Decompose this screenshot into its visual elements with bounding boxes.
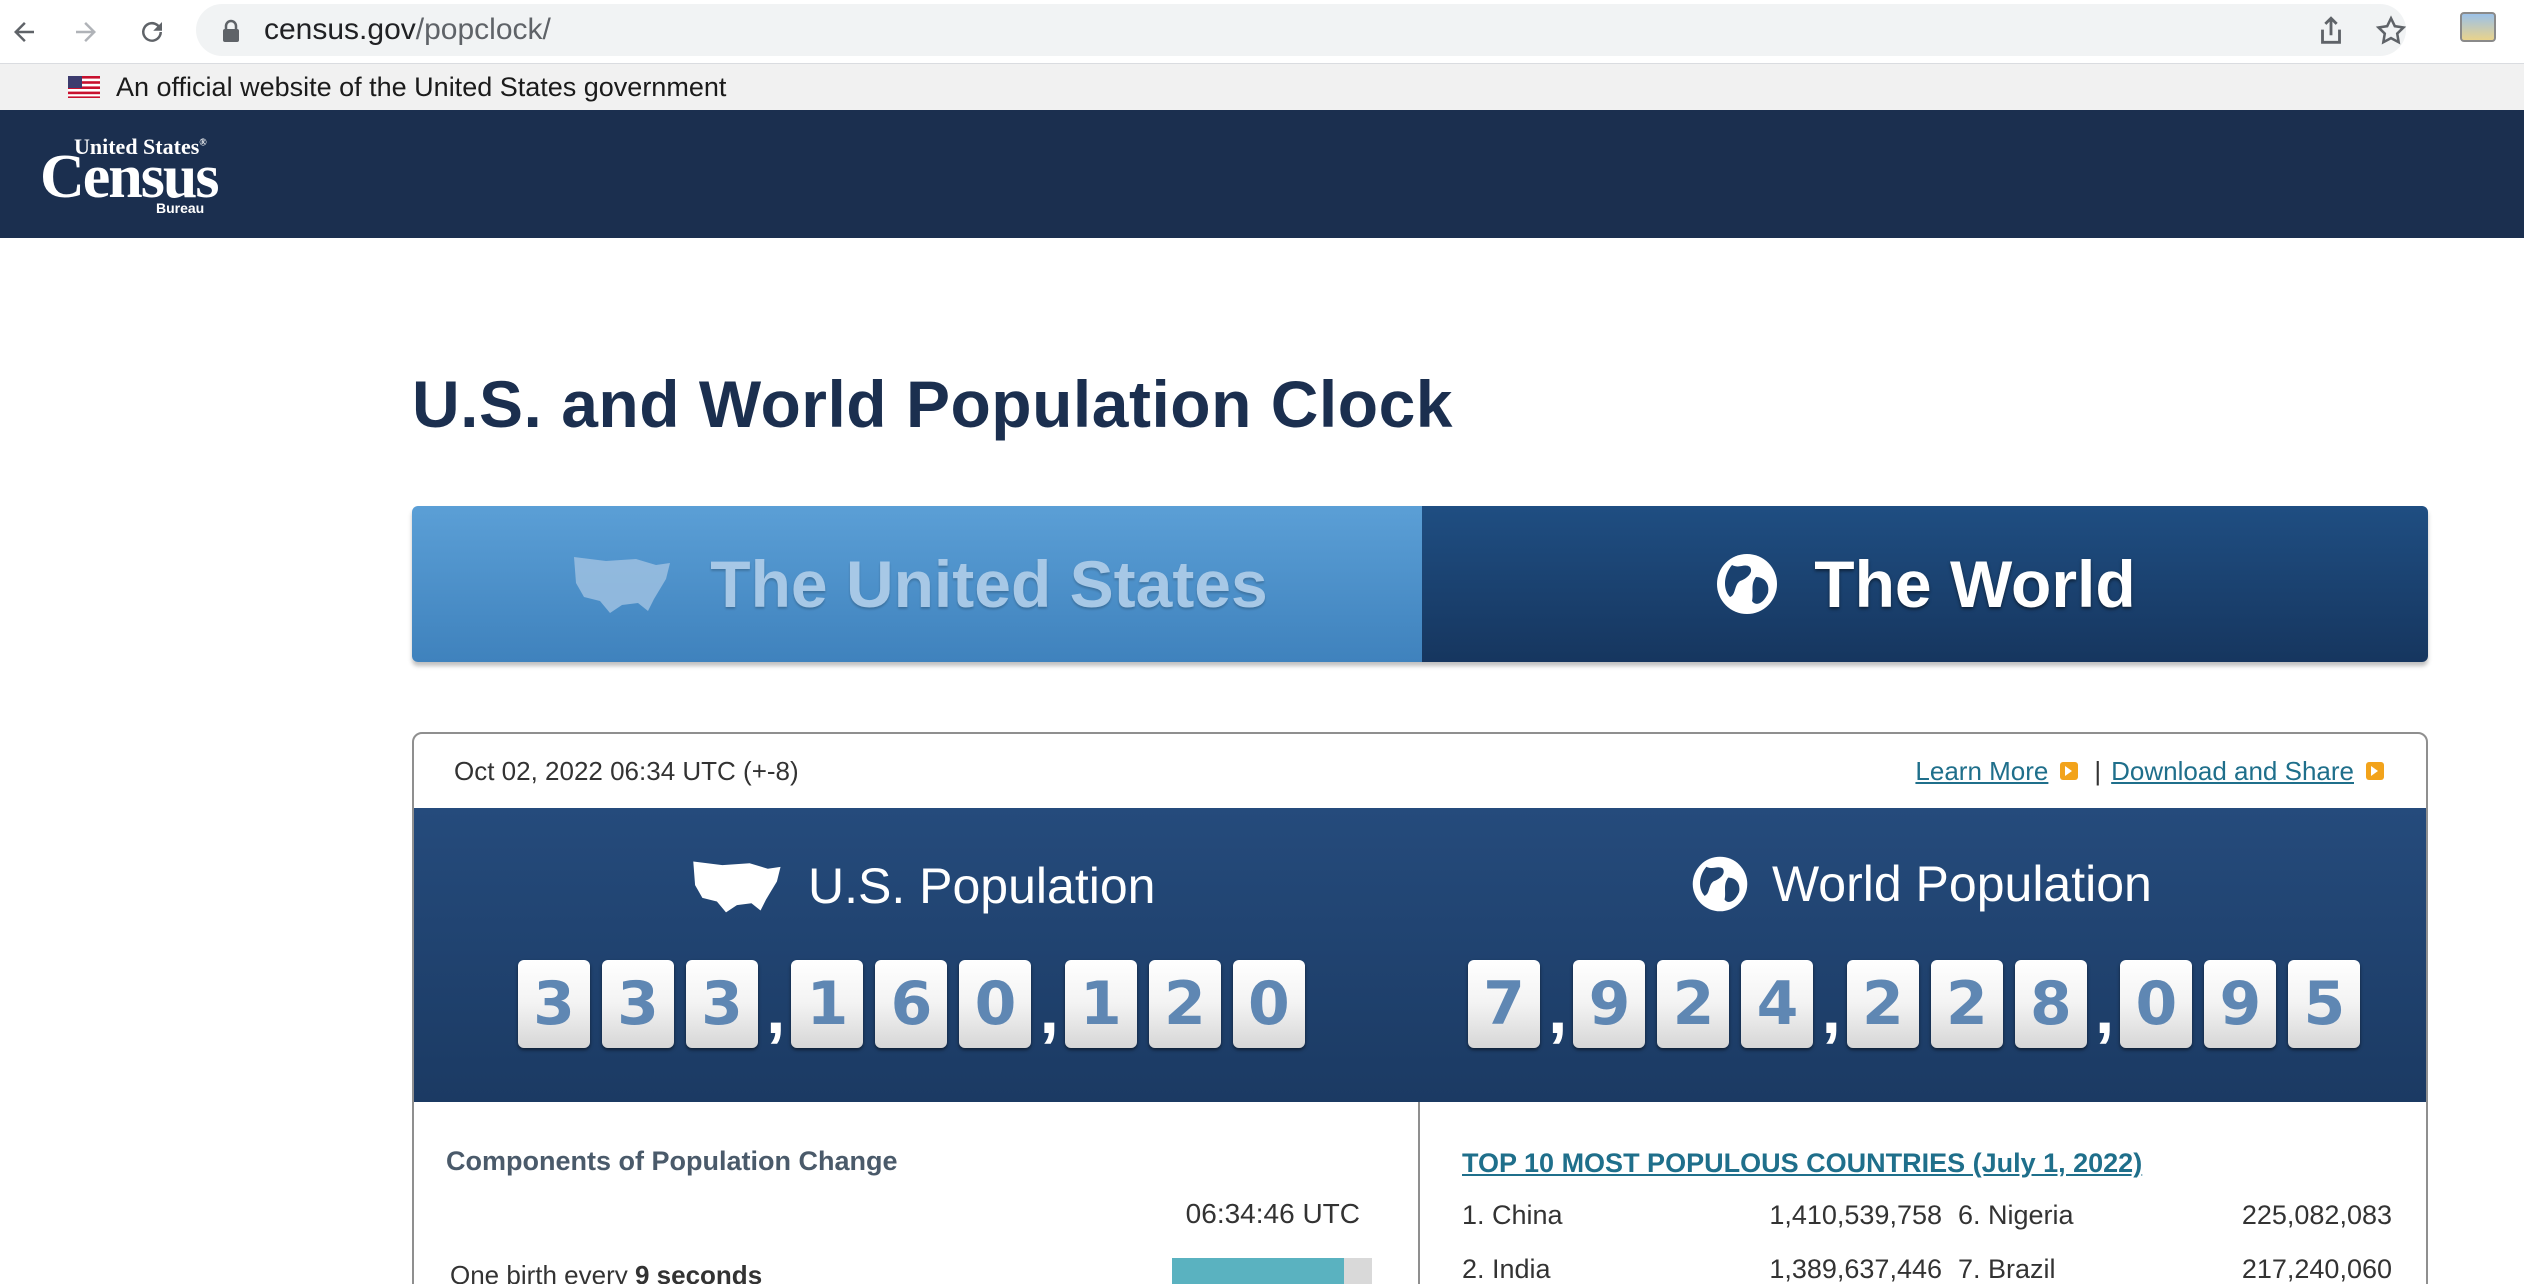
counter-digit: 7 xyxy=(1468,960,1540,1048)
counter-digit: 8 xyxy=(2014,960,2087,1048)
counter-digit: 1 xyxy=(1064,960,1137,1048)
us-flag-icon xyxy=(68,76,100,98)
census-logo[interactable]: United States® Census Bureau xyxy=(40,134,220,218)
counter-comma: , xyxy=(1039,970,1059,1048)
counter-comma: , xyxy=(766,970,786,1048)
forward-button[interactable] xyxy=(62,8,110,56)
country-name: 1. China xyxy=(1462,1200,1563,1230)
world-population-heading: World Population xyxy=(1690,854,2152,914)
country-name: 2. India xyxy=(1462,1254,1551,1284)
country-name: 7. Brazil xyxy=(1958,1254,2056,1284)
globe-icon xyxy=(1717,554,1778,614)
counter-comma: , xyxy=(1548,970,1568,1048)
birth-progress-fill xyxy=(1172,1258,1344,1284)
page-title: U.S. and World Population Clock xyxy=(412,367,1453,441)
lock-icon xyxy=(223,19,239,42)
counter-digit: 2 xyxy=(1930,960,2003,1048)
back-button[interactable] xyxy=(0,8,48,56)
tab-world-label: The World xyxy=(1814,547,2136,621)
reload-icon xyxy=(142,21,162,42)
counter-comma: , xyxy=(2094,970,2115,1048)
panel-top-bar: Oct 02, 2022 06:34 UTC (+-8) Learn More … xyxy=(414,734,2426,808)
birth-rate-seconds: 9 seconds xyxy=(634,1260,763,1284)
us-population-heading: U.S. Population xyxy=(686,854,1155,918)
components-time: 06:34:46 UTC xyxy=(1185,1198,1360,1229)
extension-icon[interactable] xyxy=(2460,12,2496,42)
browser-toolbar: census.gov/popclock/ xyxy=(0,0,2524,64)
counter-digit: 6 xyxy=(875,960,948,1048)
url-host: census.gov xyxy=(264,13,416,46)
counter-digit: 2 xyxy=(1846,960,1919,1048)
counter-digit: 2 xyxy=(1148,960,1221,1048)
counter-digit: 9 xyxy=(2204,960,2277,1048)
country-name: 6. Nigeria xyxy=(1958,1200,2074,1230)
us-map-icon xyxy=(693,861,781,913)
download-share-link[interactable]: Download and Share xyxy=(2111,756,2354,786)
counter-digit: 3 xyxy=(686,960,758,1048)
top10-title-link[interactable]: TOP 10 MOST POPULOUS COUNTRIES (July 1, … xyxy=(1462,1148,2142,1179)
birth-progress-bar xyxy=(1172,1258,1372,1284)
us-population-label: U.S. Population xyxy=(808,858,1156,914)
reload-button[interactable] xyxy=(128,8,176,56)
gov-banner: An official website of the United States… xyxy=(0,64,2524,110)
counter-digit: 2 xyxy=(1657,960,1730,1048)
counter-digit: 0 xyxy=(2120,960,2193,1048)
arrow-box-icon xyxy=(2366,762,2384,780)
counter-digit: 1 xyxy=(791,960,864,1048)
components-title: Components of Population Change xyxy=(446,1146,898,1176)
counter-band: U.S. Population 333,160,120 World Popula… xyxy=(414,808,2426,1102)
site-header: United States® Census Bureau xyxy=(0,110,2524,238)
back-arrow-icon xyxy=(14,22,34,42)
clock-tabs: The United States The World xyxy=(412,506,2428,662)
tab-world[interactable]: The World xyxy=(1422,506,2428,662)
counter-digit: 0 xyxy=(1232,960,1305,1048)
country-population: 217,240,060 xyxy=(2241,1254,2392,1284)
counter-digit: 5 xyxy=(2288,960,2361,1048)
counter-digit: 9 xyxy=(1573,960,1646,1048)
components-of-change: Components of Population Change 06:34:46… xyxy=(414,1102,1420,1284)
population-clock-panel: Oct 02, 2022 06:34 UTC (+-8) Learn More … xyxy=(412,732,2428,1284)
learn-more-link[interactable]: Learn More xyxy=(1915,756,2048,786)
world-population-counter: World Population 7,924,228,095 xyxy=(1422,808,2426,1102)
tab-united-states[interactable]: The United States xyxy=(412,506,1422,662)
counter-digit: 3 xyxy=(518,960,590,1048)
address-bar[interactable]: census.gov/popclock/ xyxy=(196,4,2408,56)
country-population: 1,389,637,446 xyxy=(1769,1254,1942,1284)
birth-rate-prefix: One birth every xyxy=(450,1260,635,1284)
top10-countries: TOP 10 MOST POPULOUS COUNTRIES (July 1, … xyxy=(1422,1102,2426,1284)
url-path: /popclock/ xyxy=(415,13,551,46)
birth-rate-row: One birth every 9 seconds xyxy=(450,1260,762,1284)
gov-banner-text: An official website of the United States… xyxy=(116,72,727,102)
us-map-icon xyxy=(574,557,671,613)
world-population-digits: 7,924,228,095 xyxy=(1468,960,2372,1048)
clock-timestamp: Oct 02, 2022 06:34 UTC (+-8) xyxy=(454,756,799,786)
tab-united-states-label: The United States xyxy=(710,547,1268,621)
share-icon[interactable] xyxy=(2314,14,2348,48)
link-separator: | xyxy=(2094,756,2102,786)
star-icon[interactable] xyxy=(2374,14,2408,48)
logo-line-2: Census xyxy=(40,143,220,211)
country-population: 225,082,083 xyxy=(2241,1200,2392,1230)
counter-comma: , xyxy=(1821,970,1841,1048)
arrow-box-icon xyxy=(2060,762,2079,780)
us-population-digits: 333,160,120 xyxy=(518,960,1317,1048)
forward-arrow-icon xyxy=(76,22,96,42)
counter-digit: 0 xyxy=(959,960,1032,1048)
logo-line-3: Bureau xyxy=(156,200,205,216)
world-population-label: World Population xyxy=(1772,856,2152,912)
panel-links: Learn More | Download and Share xyxy=(1915,756,2384,786)
us-population-counter: U.S. Population 333,160,120 xyxy=(414,808,1420,1102)
url-text: census.gov/popclock/ xyxy=(264,14,551,46)
globe-icon xyxy=(1692,856,1748,912)
country-population: 1,410,539,758 xyxy=(1769,1200,1942,1230)
counter-digit: 4 xyxy=(1741,960,1814,1048)
counter-digit: 3 xyxy=(602,960,674,1048)
